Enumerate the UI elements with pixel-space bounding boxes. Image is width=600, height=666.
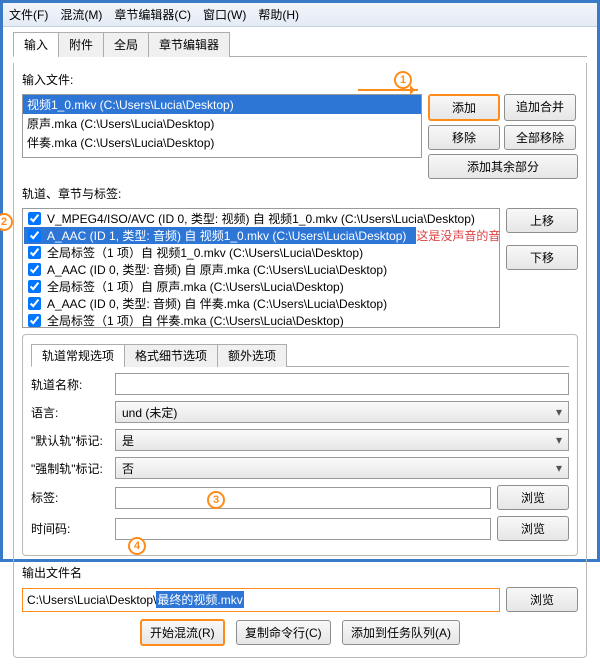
remove-button[interactable]: 移除 (428, 125, 500, 150)
annotation-circle-2: 2 (0, 213, 13, 231)
track-item[interactable]: 全局标签（1 项）自 原声.mka (C:\Users\Lucia\Deskto… (24, 278, 498, 295)
subtabs: 轨道常规选项 格式细节选项 额外选项 (31, 343, 569, 367)
language-label: 语言: (31, 404, 109, 421)
menu-chapters[interactable]: 章节编辑器(C) (114, 6, 191, 23)
track-text: V_MPEG4/ISO/AVC (ID 0, 类型: 视频) 自 视频1_0.m… (47, 210, 475, 227)
remove-all-button[interactable]: 全部移除 (504, 125, 576, 150)
track-checkbox[interactable] (28, 212, 41, 225)
track-item[interactable]: A_AAC (ID 0, 类型: 音频) 自 原声.mka (C:\Users\… (24, 261, 498, 278)
track-text: A_AAC (ID 0, 类型: 音频) 自 伴奏.mka (C:\Users\… (47, 295, 387, 312)
track-item[interactable]: V_MPEG4/ISO/AVC (ID 0, 类型: 视频) 自 视频1_0.m… (24, 210, 498, 227)
input-files-list[interactable]: 视频1_0.mkv (C:\Users\Lucia\Desktop) 原声.mk… (22, 94, 422, 158)
add-to-queue-button[interactable]: 添加到任务队列(A) (342, 620, 460, 645)
add-button[interactable]: 添加 (428, 94, 500, 121)
track-item[interactable]: 全局标签（1 项）自 伴奏.mka (C:\Users\Lucia\Deskto… (24, 312, 498, 328)
tab-chapters[interactable]: 章节编辑器 (148, 32, 230, 57)
input-files-group: 输入文件: 视频1_0.mkv (C:\Users\Lucia\Desktop)… (13, 63, 587, 658)
timecodes-input[interactable] (115, 518, 491, 540)
track-checkbox[interactable] (28, 229, 41, 242)
start-mux-button[interactable]: 开始混流(R) (140, 619, 225, 646)
track-checkbox[interactable] (28, 297, 41, 310)
tags-input[interactable] (115, 487, 491, 509)
append-button[interactable]: 追加合并 (504, 94, 576, 121)
subtab-extra[interactable]: 额外选项 (217, 344, 287, 367)
forced-flag-label: "强制轨"标记: (31, 460, 109, 477)
track-text: 全局标签（1 项）自 伴奏.mka (C:\Users\Lucia\Deskto… (47, 312, 344, 328)
menu-window[interactable]: 窗口(W) (203, 6, 246, 23)
track-checkbox[interactable] (28, 280, 41, 293)
menu-mux[interactable]: 混流(M) (60, 6, 102, 23)
output-prefix: C:\Users\Lucia\Desktop\ (27, 593, 156, 607)
input-files-label: 输入文件: (22, 71, 578, 88)
track-checkbox[interactable] (28, 246, 41, 259)
menu-file[interactable]: 文件(F) (9, 6, 48, 23)
menu-help[interactable]: 帮助(H) (258, 6, 299, 23)
input-file-item[interactable]: 视频1_0.mkv (C:\Users\Lucia\Desktop) (23, 95, 421, 114)
subtab-general[interactable]: 轨道常规选项 (31, 344, 125, 367)
track-text: A_AAC (ID 1, 类型: 音频) 自 视频1_0.mkv (C:\Use… (47, 227, 406, 244)
move-up-button[interactable]: 上移 (506, 208, 578, 233)
output-browse-button[interactable]: 浏览 (506, 587, 578, 612)
output-filename-input[interactable]: C:\Users\Lucia\Desktop\最终的视频.mkv (22, 588, 500, 612)
tracks-list[interactable]: V_MPEG4/ISO/AVC (ID 0, 类型: 视频) 自 视频1_0.m… (22, 208, 500, 328)
tags-label: 标签: (31, 489, 109, 506)
move-down-button[interactable]: 下移 (506, 245, 578, 270)
track-item[interactable]: 全局标签（1 项）自 视频1_0.mkv (C:\Users\Lucia\Des… (24, 244, 498, 261)
tab-attachments[interactable]: 附件 (58, 32, 104, 57)
track-text: 全局标签（1 项）自 视频1_0.mkv (C:\Users\Lucia\Des… (47, 244, 363, 261)
track-options-group: 轨道常规选项 格式细节选项 额外选项 轨道名称: 语言: und (未定) "默认… (22, 334, 578, 556)
annotation-arrow (358, 89, 418, 91)
subtab-format[interactable]: 格式细节选项 (124, 344, 218, 367)
input-file-item[interactable]: 伴奏.mka (C:\Users\Lucia\Desktop) (23, 133, 421, 152)
menubar: 文件(F) 混流(M) 章节编辑器(C) 窗口(W) 帮助(H) (3, 3, 597, 27)
track-checkbox[interactable] (28, 263, 41, 276)
forced-flag-select[interactable]: 否 (115, 457, 569, 479)
timecodes-browse-button[interactable]: 浏览 (497, 516, 569, 541)
track-item[interactable]: A_AAC (ID 1, 类型: 音频) 自 视频1_0.mkv (C:\Use… (24, 227, 498, 244)
output-label: 输出文件名 (22, 564, 578, 581)
tabs: 输入 附件 全局 章节编辑器 (13, 31, 587, 57)
input-file-item[interactable]: 原声.mka (C:\Users\Lucia\Desktop) (23, 114, 421, 133)
tracks-label: 轨道、章节与标签: (22, 185, 578, 202)
copy-cmdline-button[interactable]: 复制命令行(C) (236, 620, 331, 645)
tab-input[interactable]: 输入 (13, 32, 59, 57)
track-text: 全局标签（1 项）自 原声.mka (C:\Users\Lucia\Deskto… (47, 278, 344, 295)
track-checkbox[interactable] (28, 314, 41, 327)
language-select[interactable]: und (未定) (115, 401, 569, 423)
default-flag-select[interactable]: 是 (115, 429, 569, 451)
timecodes-label: 时间码: (31, 520, 109, 537)
annotation-text: 这是没声音的音频，可去掉勾选 (416, 227, 500, 244)
track-text: A_AAC (ID 0, 类型: 音频) 自 原声.mka (C:\Users\… (47, 261, 387, 278)
output-selected-text: 最终的视频.mkv (156, 591, 243, 608)
track-item[interactable]: A_AAC (ID 0, 类型: 音频) 自 伴奏.mka (C:\Users\… (24, 295, 498, 312)
tab-global[interactable]: 全局 (103, 32, 149, 57)
tags-browse-button[interactable]: 浏览 (497, 485, 569, 510)
add-rest-button[interactable]: 添加其余部分 (428, 154, 578, 179)
default-flag-label: "默认轨"标记: (31, 432, 109, 449)
trackname-input[interactable] (115, 373, 569, 395)
trackname-label: 轨道名称: (31, 376, 109, 393)
